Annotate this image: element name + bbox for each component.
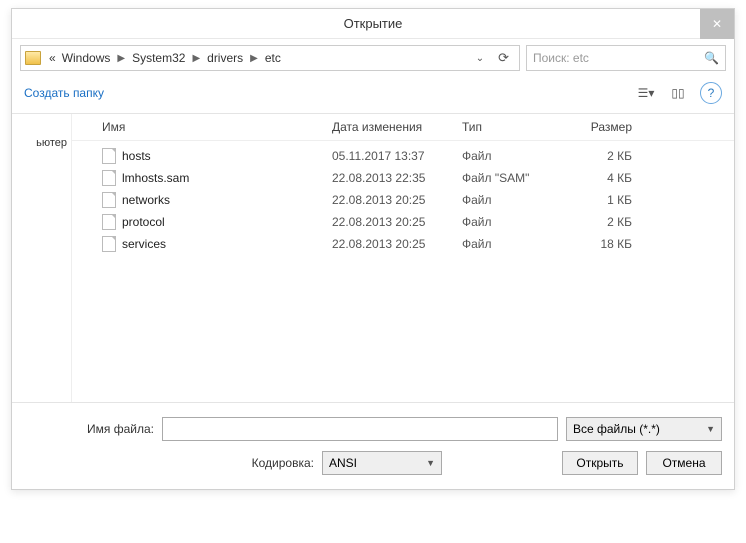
file-name: lmhosts.sam xyxy=(122,171,332,185)
chevron-down-icon: ▼ xyxy=(426,458,435,468)
file-filter-value: Все файлы (*.*) xyxy=(573,422,660,436)
titlebar: Открытие ✕ xyxy=(12,9,734,39)
folder-icon xyxy=(25,51,41,65)
file-name: networks xyxy=(122,193,332,207)
encoding-select[interactable]: ANSI ▼ xyxy=(322,451,442,475)
close-button[interactable]: ✕ xyxy=(700,9,734,39)
file-type: Файл xyxy=(462,193,572,207)
column-headers: Имя Дата изменения Тип Размер xyxy=(72,114,734,141)
file-row[interactable]: protocol22.08.2013 20:25Файл2 КБ xyxy=(72,211,734,233)
new-folder-link[interactable]: Создать папку xyxy=(24,82,104,104)
file-icon xyxy=(102,214,116,230)
file-pane: Имя Дата изменения Тип Размер hosts05.11… xyxy=(72,114,734,402)
preview-icon: ▯▯ xyxy=(671,86,684,100)
refresh-icon[interactable]: ⟳ xyxy=(492,50,515,66)
sidebar: ьютер xyxy=(12,114,72,402)
breadcrumb-path[interactable]: « Windows ▶ System32 ▶ drivers ▶ etc ⌄ ⟳ xyxy=(20,45,520,71)
search-icon: 🔍 xyxy=(704,51,719,65)
sidebar-item-computer[interactable]: ьютер xyxy=(12,134,71,152)
file-size: 2 КБ xyxy=(572,215,662,229)
file-type: Файл xyxy=(462,215,572,229)
file-size: 2 КБ xyxy=(572,149,662,163)
file-row[interactable]: services22.08.2013 20:25Файл18 КБ xyxy=(72,233,734,255)
breadcrumb-item[interactable]: etc xyxy=(263,51,283,65)
open-button[interactable]: Открыть xyxy=(562,451,638,475)
file-name: protocol xyxy=(122,215,332,229)
file-list: hosts05.11.2017 13:37Файл2 КБlmhosts.sam… xyxy=(72,141,734,255)
file-type: Файл xyxy=(462,237,572,251)
encoding-value: ANSI xyxy=(329,456,357,470)
col-header-name[interactable]: Имя xyxy=(72,120,332,134)
search-input[interactable] xyxy=(533,51,704,65)
file-date: 22.08.2013 22:35 xyxy=(332,171,462,185)
breadcrumb-item[interactable]: System32 xyxy=(130,51,187,65)
file-filter-select[interactable]: Все файлы (*.*) ▼ xyxy=(566,417,722,441)
filename-input-wrap xyxy=(162,417,558,441)
file-type: Файл "SAM" xyxy=(462,171,572,185)
file-icon xyxy=(102,192,116,208)
bottom-panel: Имя файла: Все файлы (*.*) ▼ Кодировка: … xyxy=(12,402,734,489)
file-size: 18 КБ xyxy=(572,237,662,251)
file-icon xyxy=(102,236,116,252)
chevron-right-icon: ▶ xyxy=(247,53,261,64)
file-name: hosts xyxy=(122,149,332,163)
help-icon: ? xyxy=(708,86,715,100)
file-date: 22.08.2013 20:25 xyxy=(332,193,462,207)
list-icon: ☰▾ xyxy=(638,86,655,100)
file-date: 22.08.2013 20:25 xyxy=(332,237,462,251)
open-dialog: Открытие ✕ « Windows ▶ System32 ▶ driver… xyxy=(11,8,735,490)
file-type: Файл xyxy=(462,149,572,163)
dialog-title: Открытие xyxy=(344,16,403,31)
path-dropdown-icon[interactable]: ⌄ xyxy=(470,53,490,64)
col-header-size[interactable]: Размер xyxy=(572,120,662,134)
filename-input[interactable] xyxy=(163,418,557,440)
file-name: services xyxy=(122,237,332,251)
file-row[interactable]: hosts05.11.2017 13:37Файл2 КБ xyxy=(72,145,734,167)
file-size: 4 КБ xyxy=(572,171,662,185)
chevron-right-icon: ▶ xyxy=(189,53,203,64)
col-header-type[interactable]: Тип xyxy=(462,120,572,134)
body-area: ьютер Имя Дата изменения Тип Размер host… xyxy=(12,114,734,402)
preview-pane-button[interactable]: ▯▯ xyxy=(664,81,692,105)
breadcrumb-prefix: « xyxy=(47,51,58,65)
chevron-right-icon: ▶ xyxy=(114,53,128,64)
view-mode-button[interactable]: ☰▾ xyxy=(632,81,660,105)
file-icon xyxy=(102,170,116,186)
file-date: 22.08.2013 20:25 xyxy=(332,215,462,229)
close-icon: ✕ xyxy=(712,17,722,31)
cancel-button[interactable]: Отмена xyxy=(646,451,722,475)
file-row[interactable]: lmhosts.sam22.08.2013 22:35Файл "SAM"4 К… xyxy=(72,167,734,189)
chevron-down-icon: ▼ xyxy=(706,424,715,434)
breadcrumb-item[interactable]: Windows xyxy=(60,51,113,65)
file-date: 05.11.2017 13:37 xyxy=(332,149,462,163)
toolbar: Создать папку ☰▾ ▯▯ ? xyxy=(12,77,734,114)
filename-label: Имя файла: xyxy=(24,422,154,436)
encoding-label: Кодировка: xyxy=(24,456,314,470)
file-row[interactable]: networks22.08.2013 20:25Файл1 КБ xyxy=(72,189,734,211)
col-header-date[interactable]: Дата изменения xyxy=(332,120,462,134)
help-button[interactable]: ? xyxy=(700,82,722,104)
file-size: 1 КБ xyxy=(572,193,662,207)
file-icon xyxy=(102,148,116,164)
search-box[interactable]: 🔍 xyxy=(526,45,726,71)
nav-bar: « Windows ▶ System32 ▶ drivers ▶ etc ⌄ ⟳… xyxy=(12,39,734,77)
breadcrumb-item[interactable]: drivers xyxy=(205,51,245,65)
